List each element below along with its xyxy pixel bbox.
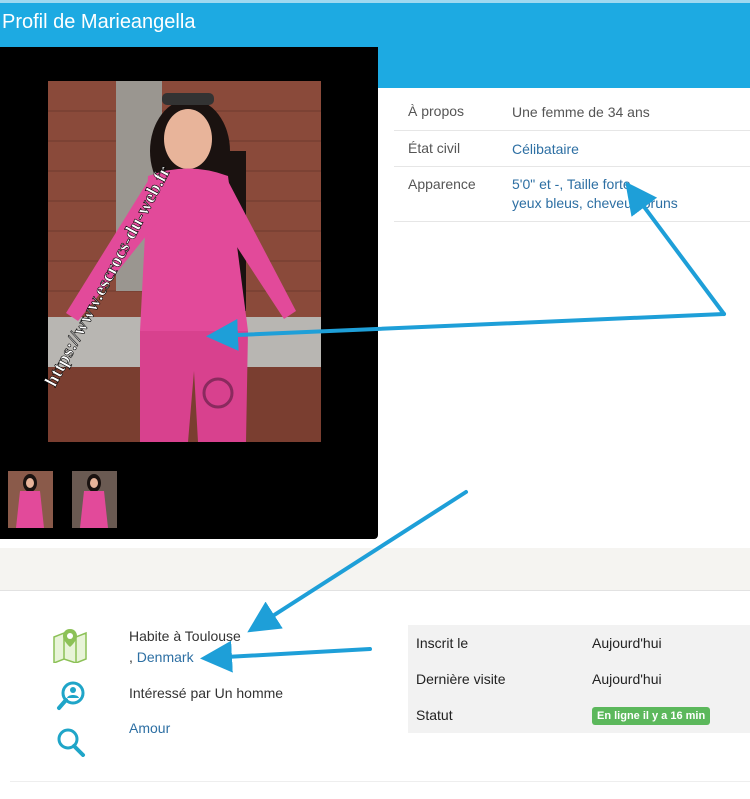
arrow-to-city [247,490,468,633]
annotation-overlay: https://www.escrocs-du-web.fr [41,162,726,673]
watermark-text: https://www.escrocs-du-web.fr [41,162,176,390]
arrow-to-appearance [625,181,726,316]
arrow-to-photo [206,312,726,351]
arrow-to-country [200,640,372,673]
